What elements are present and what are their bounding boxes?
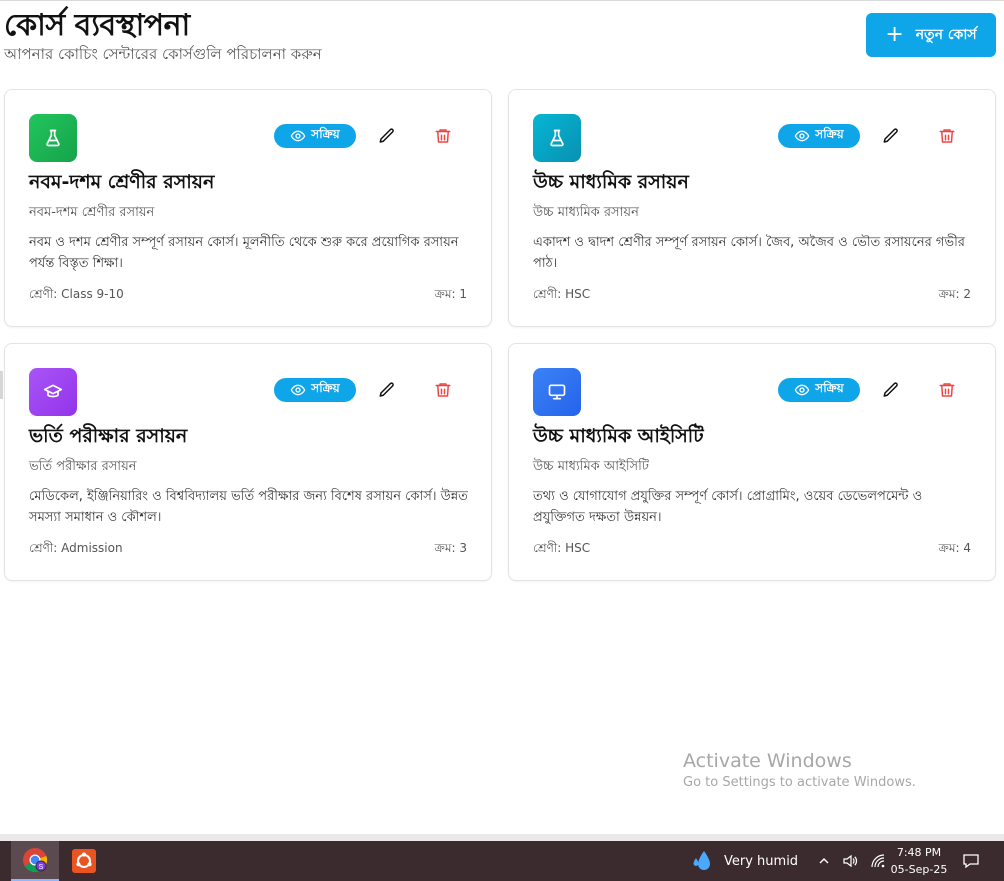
course-subtitle: নবম-দশম শ্রেণীর রসায়ন <box>29 205 155 220</box>
course-description: নবম ও দশম শ্রেণীর সম্পূর্ণ রসায়ন কোর্স।… <box>29 235 459 271</box>
activate-windows-title: Activate Windows <box>683 750 852 772</box>
clock-time: 7:48 PM <box>896 846 942 859</box>
speaker-icon[interactable] <box>842 853 858 869</box>
graduation-cap-icon <box>29 368 77 416</box>
course-subtitle: ভর্তি পরীক্ষার রসায়ন <box>29 459 137 474</box>
delete-button[interactable] <box>935 378 959 402</box>
course-management-page: কোর্স ব্যবস্থাপনা আপনার কোচিং সেন্টারের … <box>0 0 1004 834</box>
ubuntu-icon <box>72 849 96 873</box>
trash-icon <box>435 129 451 143</box>
flask-icon <box>29 114 77 162</box>
course-order: ক্রম: 2 <box>938 287 971 301</box>
course-description: তথ্য ও যোগাযোগ প্রযুক্তির সম্পূর্ণ কোর্স… <box>533 489 923 525</box>
edit-button[interactable] <box>879 124 903 148</box>
wifi-icon[interactable] <box>870 853 886 869</box>
scroll-edge <box>0 371 3 399</box>
svg-text:S: S <box>39 864 44 871</box>
status-label: সক্রিয় <box>815 381 844 395</box>
eye-icon <box>794 130 810 142</box>
plus-icon: + <box>885 22 904 47</box>
course-title: উচ্চ মাধ্যমিক আইসিটি <box>533 425 704 447</box>
course-order: ক্রম: 4 <box>938 541 971 555</box>
status-badge: সক্রিয় <box>274 124 356 148</box>
notification-button[interactable] <box>958 849 984 873</box>
course-title: উচ্চ মাধ্যমিক রসায়ন <box>533 171 689 193</box>
course-description: একাদশ ও দ্বাদশ শ্রেণীর সম্পূর্ণ রসায়ন ক… <box>533 235 965 271</box>
trash-icon <box>435 383 451 397</box>
chrome-taskbar-button[interactable]: S <box>11 841 59 881</box>
water-drop-icon <box>693 851 710 870</box>
eye-icon <box>794 384 810 396</box>
eye-icon <box>290 130 306 142</box>
activate-windows-subtitle: Go to Settings to activate Windows. <box>683 775 916 790</box>
course-subtitle: উচ্চ মাধ্যমিক রসায়ন <box>533 205 639 220</box>
course-description: মেডিকেল, ইঞ্জিনিয়ারিং ও বিশ্ববিদ্যালয় … <box>29 489 468 525</box>
status-badge: সক্রিয় <box>274 378 356 402</box>
new-course-button[interactable]: + নতুন কোর্স <box>866 13 996 57</box>
delete-button[interactable] <box>935 124 959 148</box>
chrome-icon: S <box>23 848 48 873</box>
course-subtitle: উচ্চ মাধ্যমিক আইসিটি <box>533 459 649 474</box>
pencil-icon <box>883 382 898 397</box>
weather-label: Very humid <box>724 853 799 869</box>
page-subtitle: আপনার কোচিং সেন্টারের কোর্সগুলি পরিচালনা… <box>4 45 322 63</box>
course-card: সক্রিয় উচ্চ মাধ্যমিক রসায়ন উচ্চ মাধ্যম… <box>508 89 996 327</box>
edit-button[interactable] <box>375 378 399 402</box>
trash-icon <box>939 383 955 397</box>
status-label: সক্রিয় <box>815 127 844 141</box>
course-class: শ্রেণী: Admission <box>29 541 123 555</box>
course-class: শ্রেণী: Class 9-10 <box>29 287 124 301</box>
system-tray <box>818 841 886 881</box>
status-badge: সক্রিয় <box>778 124 860 148</box>
monitor-icon <box>533 368 581 416</box>
pencil-icon <box>883 128 898 143</box>
clock-date: 05-Sep-25 <box>890 863 948 876</box>
course-class: শ্রেণী: HSC <box>533 287 591 301</box>
pencil-icon <box>379 128 394 143</box>
course-card: সক্রিয় নবম-দশম শ্রেণীর রসায়ন নবম-দশম শ… <box>4 89 492 327</box>
chevron-up-icon[interactable] <box>818 855 830 867</box>
edit-button[interactable] <box>879 378 903 402</box>
taskbar: S Very humid 7:48 PM 05-Sep-25 <box>0 841 1004 881</box>
delete-button[interactable] <box>431 378 455 402</box>
clock[interactable]: 7:48 PM 05-Sep-25 <box>886 844 952 878</box>
notification-icon <box>963 854 979 869</box>
status-badge: সক্রিয় <box>778 378 860 402</box>
ubuntu-taskbar-button[interactable] <box>60 841 108 881</box>
course-card: সক্রিয় ভর্তি পরীক্ষার রসায়ন ভর্তি পরীক… <box>4 343 492 581</box>
eye-icon <box>290 384 306 396</box>
weather-widget[interactable]: Very humid <box>690 841 798 881</box>
course-title: ভর্তি পরীক্ষার রসায়ন <box>29 425 188 447</box>
course-card: সক্রিয় উচ্চ মাধ্যমিক আইসিটি উচ্চ মাধ্যম… <box>508 343 996 581</box>
flask-icon <box>533 114 581 162</box>
status-label: সক্রিয় <box>311 127 340 141</box>
trash-icon <box>939 129 955 143</box>
course-title: নবম-দশম শ্রেণীর রসায়ন <box>29 171 215 193</box>
pencil-icon <box>379 382 394 397</box>
new-course-label: নতুন কোর্স <box>915 27 977 43</box>
status-label: সক্রিয় <box>311 381 340 395</box>
edit-button[interactable] <box>375 124 399 148</box>
course-order: ক্রম: 1 <box>434 287 467 301</box>
delete-button[interactable] <box>431 124 455 148</box>
course-order: ক্রম: 3 <box>434 541 467 555</box>
course-class: শ্রেণী: HSC <box>533 541 591 555</box>
